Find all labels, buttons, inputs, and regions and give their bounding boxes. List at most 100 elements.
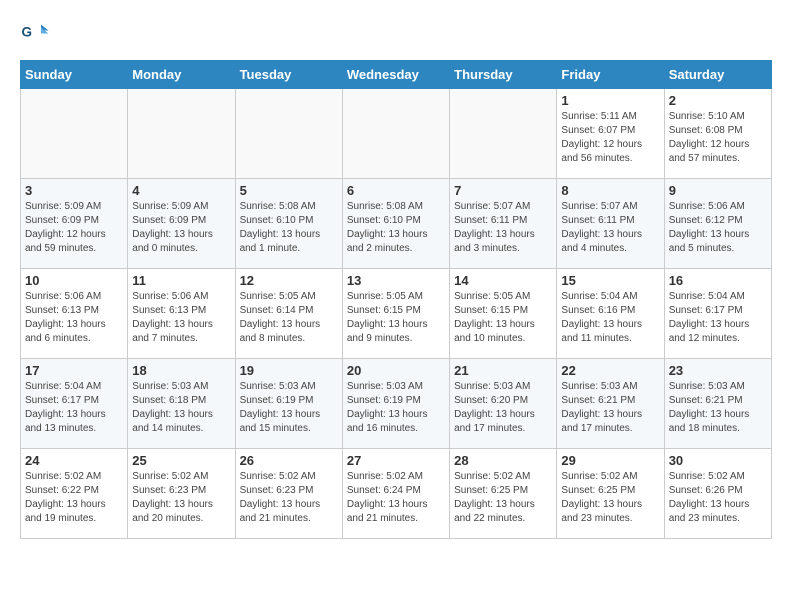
week-row-3: 17 Sunrise: 5:04 AM Sunset: 6:17 PM Dayli… [21,359,772,449]
day-cell: 26 Sunrise: 5:02 AM Sunset: 6:23 PM Dayli… [235,449,342,539]
day-info: Sunrise: 5:04 AM Sunset: 6:17 PM Dayligh… [669,290,767,346]
header-friday: Friday [557,61,664,89]
day-number: 28 [454,453,552,468]
day-cell: 21 Sunrise: 5:03 AM Sunset: 6:20 PM Dayli… [450,359,557,449]
header-monday: Monday [128,61,235,89]
day-info: Sunrise: 5:06 AM Sunset: 6:12 PM Dayligh… [669,200,767,256]
day-number: 8 [561,183,659,198]
header-tuesday: Tuesday [235,61,342,89]
day-number: 21 [454,363,552,378]
day-number: 4 [132,183,230,198]
day-cell: 11 Sunrise: 5:06 AM Sunset: 6:13 PM Dayli… [128,269,235,359]
day-number: 14 [454,273,552,288]
week-row-1: 3 Sunrise: 5:09 AM Sunset: 6:09 PM Daylig… [21,179,772,269]
day-number: 1 [561,93,659,108]
day-number: 2 [669,93,767,108]
day-cell: 18 Sunrise: 5:03 AM Sunset: 6:18 PM Dayli… [128,359,235,449]
day-info: Sunrise: 5:02 AM Sunset: 6:23 PM Dayligh… [240,470,338,526]
day-info: Sunrise: 5:02 AM Sunset: 6:25 PM Dayligh… [454,470,552,526]
day-number: 24 [25,453,123,468]
day-info: Sunrise: 5:03 AM Sunset: 6:19 PM Dayligh… [347,380,445,436]
day-number: 16 [669,273,767,288]
header-saturday: Saturday [664,61,771,89]
day-cell: 20 Sunrise: 5:03 AM Sunset: 6:19 PM Dayli… [342,359,449,449]
day-cell: 22Sunrise: 5:03 AM Sunset: 6:21 PM Dayli… [557,359,664,449]
logo: G [20,20,52,50]
day-cell: 12Sunrise: 5:05 AM Sunset: 6:14 PM Dayli… [235,269,342,359]
header-thursday: Thursday [450,61,557,89]
day-info: Sunrise: 5:09 AM Sunset: 6:09 PM Dayligh… [25,200,123,256]
week-row-2: 10 Sunrise: 5:06 AM Sunset: 6:13 PM Dayli… [21,269,772,359]
day-number: 19 [240,363,338,378]
week-row-0: 1Sunrise: 5:11 AM Sunset: 6:07 PM Daylig… [21,89,772,179]
day-cell: 1Sunrise: 5:11 AM Sunset: 6:07 PM Daylig… [557,89,664,179]
day-cell: 3 Sunrise: 5:09 AM Sunset: 6:09 PM Daylig… [21,179,128,269]
header-row: SundayMondayTuesdayWednesdayThursdayFrid… [21,61,772,89]
day-number: 10 [25,273,123,288]
day-number: 17 [25,363,123,378]
day-cell: 29 Sunrise: 5:02 AM Sunset: 6:25 PM Dayli… [557,449,664,539]
day-number: 13 [347,273,445,288]
day-cell: 6 Sunrise: 5:08 AM Sunset: 6:10 PM Daylig… [342,179,449,269]
day-cell: 17 Sunrise: 5:04 AM Sunset: 6:17 PM Dayli… [21,359,128,449]
day-cell [342,89,449,179]
day-number: 12 [240,273,338,288]
day-cell: 14 Sunrise: 5:05 AM Sunset: 6:15 PM Dayli… [450,269,557,359]
day-cell [128,89,235,179]
day-info: Sunrise: 5:09 AM Sunset: 6:09 PM Dayligh… [132,200,230,256]
day-info: Sunrise: 5:02 AM Sunset: 6:24 PM Dayligh… [347,470,445,526]
day-number: 26 [240,453,338,468]
day-number: 20 [347,363,445,378]
header-sunday: Sunday [21,61,128,89]
day-number: 5 [240,183,338,198]
day-cell: 13 Sunrise: 5:05 AM Sunset: 6:15 PM Dayli… [342,269,449,359]
svg-text:G: G [22,25,33,40]
day-info: Sunrise: 5:02 AM Sunset: 6:25 PM Dayligh… [561,470,659,526]
day-info: Sunrise: 5:08 AM Sunset: 6:10 PM Dayligh… [347,200,445,256]
day-info: Sunrise: 5:06 AM Sunset: 6:13 PM Dayligh… [132,290,230,346]
day-info: Sunrise: 5:05 AM Sunset: 6:15 PM Dayligh… [347,290,445,346]
day-cell: 27 Sunrise: 5:02 AM Sunset: 6:24 PM Dayli… [342,449,449,539]
day-number: 11 [132,273,230,288]
day-info: Sunrise: 5:02 AM Sunset: 6:23 PM Dayligh… [132,470,230,526]
day-info: Sunrise: 5:04 AM Sunset: 6:17 PM Dayligh… [25,380,123,436]
day-number: 30 [669,453,767,468]
calendar-table: SundayMondayTuesdayWednesdayThursdayFrid… [20,60,772,539]
day-cell: 4 Sunrise: 5:09 AM Sunset: 6:09 PM Daylig… [128,179,235,269]
day-number: 3 [25,183,123,198]
day-number: 15 [561,273,659,288]
calendar-header: SundayMondayTuesdayWednesdayThursdayFrid… [21,61,772,89]
day-number: 18 [132,363,230,378]
calendar-body: 1Sunrise: 5:11 AM Sunset: 6:07 PM Daylig… [21,89,772,539]
day-number: 29 [561,453,659,468]
day-number: 9 [669,183,767,198]
day-info: Sunrise: 5:03 AM Sunset: 6:19 PM Dayligh… [240,380,338,436]
day-number: 7 [454,183,552,198]
day-cell [235,89,342,179]
day-info: Sunrise: 5:10 AM Sunset: 6:08 PM Dayligh… [669,110,767,166]
day-info: Sunrise: 5:04 AM Sunset: 6:16 PM Dayligh… [561,290,659,346]
day-number: 6 [347,183,445,198]
day-cell: 19 Sunrise: 5:03 AM Sunset: 6:19 PM Dayli… [235,359,342,449]
day-info: Sunrise: 5:02 AM Sunset: 6:26 PM Dayligh… [669,470,767,526]
day-info: Sunrise: 5:03 AM Sunset: 6:21 PM Dayligh… [669,380,767,436]
day-cell: 30 Sunrise: 5:02 AM Sunset: 6:26 PM Dayli… [664,449,771,539]
day-info: Sunrise: 5:05 AM Sunset: 6:15 PM Dayligh… [454,290,552,346]
day-number: 27 [347,453,445,468]
day-cell: 25 Sunrise: 5:02 AM Sunset: 6:23 PM Dayli… [128,449,235,539]
day-cell: 5 Sunrise: 5:08 AM Sunset: 6:10 PM Daylig… [235,179,342,269]
day-info: Sunrise: 5:02 AM Sunset: 6:22 PM Dayligh… [25,470,123,526]
day-info: Sunrise: 5:07 AM Sunset: 6:11 PM Dayligh… [454,200,552,256]
day-info: Sunrise: 5:03 AM Sunset: 6:18 PM Dayligh… [132,380,230,436]
logo-icon: G [20,20,50,50]
day-number: 25 [132,453,230,468]
day-cell: 16 Sunrise: 5:04 AM Sunset: 6:17 PM Dayli… [664,269,771,359]
day-info: Sunrise: 5:08 AM Sunset: 6:10 PM Dayligh… [240,200,338,256]
day-cell: 24 Sunrise: 5:02 AM Sunset: 6:22 PM Dayli… [21,449,128,539]
day-cell [21,89,128,179]
day-info: Sunrise: 5:03 AM Sunset: 6:20 PM Dayligh… [454,380,552,436]
day-cell: 2 Sunrise: 5:10 AM Sunset: 6:08 PM Daylig… [664,89,771,179]
day-number: 23 [669,363,767,378]
day-cell: 28 Sunrise: 5:02 AM Sunset: 6:25 PM Dayli… [450,449,557,539]
day-cell: 8Sunrise: 5:07 AM Sunset: 6:11 PM Daylig… [557,179,664,269]
